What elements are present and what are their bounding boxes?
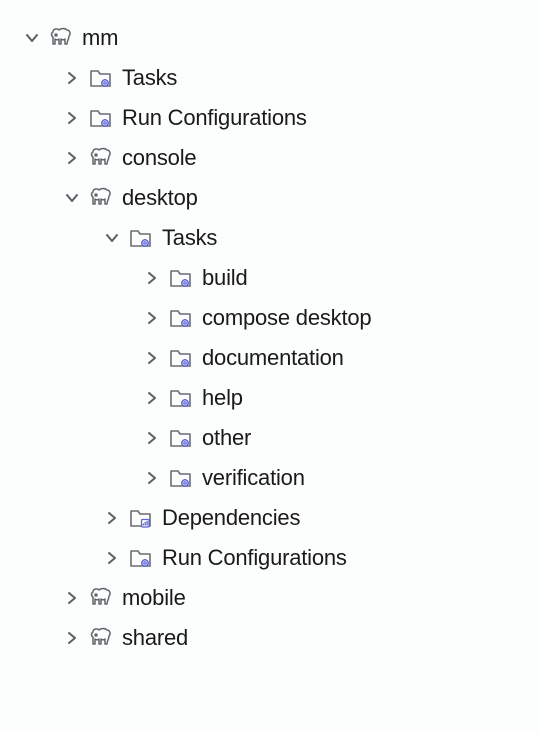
gradle-icon bbox=[88, 145, 114, 171]
tree-item-build[interactable]: build bbox=[0, 258, 540, 298]
gradle-icon bbox=[48, 25, 74, 51]
tree-item-desktop-tasks[interactable]: Tasks bbox=[0, 218, 540, 258]
folder-gear-icon bbox=[168, 265, 194, 291]
tree-item-documentation[interactable]: documentation bbox=[0, 338, 540, 378]
chevron-down-icon[interactable] bbox=[60, 186, 84, 210]
tree-item-verification[interactable]: verification bbox=[0, 458, 540, 498]
tree-item-compose-desktop[interactable]: compose desktop bbox=[0, 298, 540, 338]
tree-item-label: build bbox=[202, 267, 247, 289]
folder-gear-icon bbox=[88, 65, 114, 91]
tree-item-label: other bbox=[202, 427, 251, 449]
folder-gear-icon bbox=[168, 345, 194, 371]
chevron-right-icon[interactable] bbox=[60, 586, 84, 610]
tree-item-desktop[interactable]: desktop bbox=[0, 178, 540, 218]
tree-item-tasks[interactable]: Tasks bbox=[0, 58, 540, 98]
tree-item-label: verification bbox=[202, 467, 305, 489]
tree-item-label: desktop bbox=[122, 187, 198, 209]
chevron-right-icon[interactable] bbox=[100, 506, 124, 530]
tree-item-label: documentation bbox=[202, 347, 344, 369]
tree-item-label: Tasks bbox=[122, 67, 177, 89]
chevron-right-icon[interactable] bbox=[140, 266, 164, 290]
tree-item-label: mm bbox=[82, 27, 118, 49]
tree-item-desktop-run-configurations[interactable]: Run Configurations bbox=[0, 538, 540, 578]
folder-gear-icon bbox=[168, 425, 194, 451]
folder-gear-icon bbox=[168, 465, 194, 491]
folder-gear-icon bbox=[168, 305, 194, 331]
tree-item-label: shared bbox=[122, 627, 188, 649]
tree-item-label: mobile bbox=[122, 587, 186, 609]
chevron-right-icon[interactable] bbox=[100, 546, 124, 570]
gradle-icon bbox=[88, 585, 114, 611]
tree-item-console[interactable]: console bbox=[0, 138, 540, 178]
tree-item-mm[interactable]: mm bbox=[0, 18, 540, 58]
chevron-right-icon[interactable] bbox=[60, 146, 84, 170]
folder-bars-icon bbox=[128, 505, 154, 531]
tree-item-run-configurations[interactable]: Run Configurations bbox=[0, 98, 540, 138]
tree-item-label: compose desktop bbox=[202, 307, 371, 329]
tree-item-mobile[interactable]: mobile bbox=[0, 578, 540, 618]
chevron-right-icon[interactable] bbox=[60, 106, 84, 130]
folder-gear-icon bbox=[88, 105, 114, 131]
tree-item-label: console bbox=[122, 147, 196, 169]
tree-item-label: Tasks bbox=[162, 227, 217, 249]
tree-item-label: Dependencies bbox=[162, 507, 300, 529]
tree-item-shared[interactable]: shared bbox=[0, 618, 540, 658]
tree-item-dependencies[interactable]: Dependencies bbox=[0, 498, 540, 538]
chevron-right-icon[interactable] bbox=[60, 66, 84, 90]
tree-item-other[interactable]: other bbox=[0, 418, 540, 458]
gradle-icon bbox=[88, 625, 114, 651]
chevron-right-icon[interactable] bbox=[140, 466, 164, 490]
chevron-right-icon[interactable] bbox=[140, 306, 164, 330]
chevron-down-icon[interactable] bbox=[100, 226, 124, 250]
tree-item-label: Run Configurations bbox=[162, 547, 347, 569]
folder-gear-icon bbox=[128, 545, 154, 571]
tree-item-help[interactable]: help bbox=[0, 378, 540, 418]
chevron-right-icon[interactable] bbox=[60, 626, 84, 650]
folder-gear-icon bbox=[168, 385, 194, 411]
tree-item-label: help bbox=[202, 387, 243, 409]
gradle-icon bbox=[88, 185, 114, 211]
chevron-right-icon[interactable] bbox=[140, 386, 164, 410]
chevron-down-icon[interactable] bbox=[20, 26, 44, 50]
chevron-right-icon[interactable] bbox=[140, 346, 164, 370]
folder-gear-icon bbox=[128, 225, 154, 251]
tree-item-label: Run Configurations bbox=[122, 107, 307, 129]
chevron-right-icon[interactable] bbox=[140, 426, 164, 450]
